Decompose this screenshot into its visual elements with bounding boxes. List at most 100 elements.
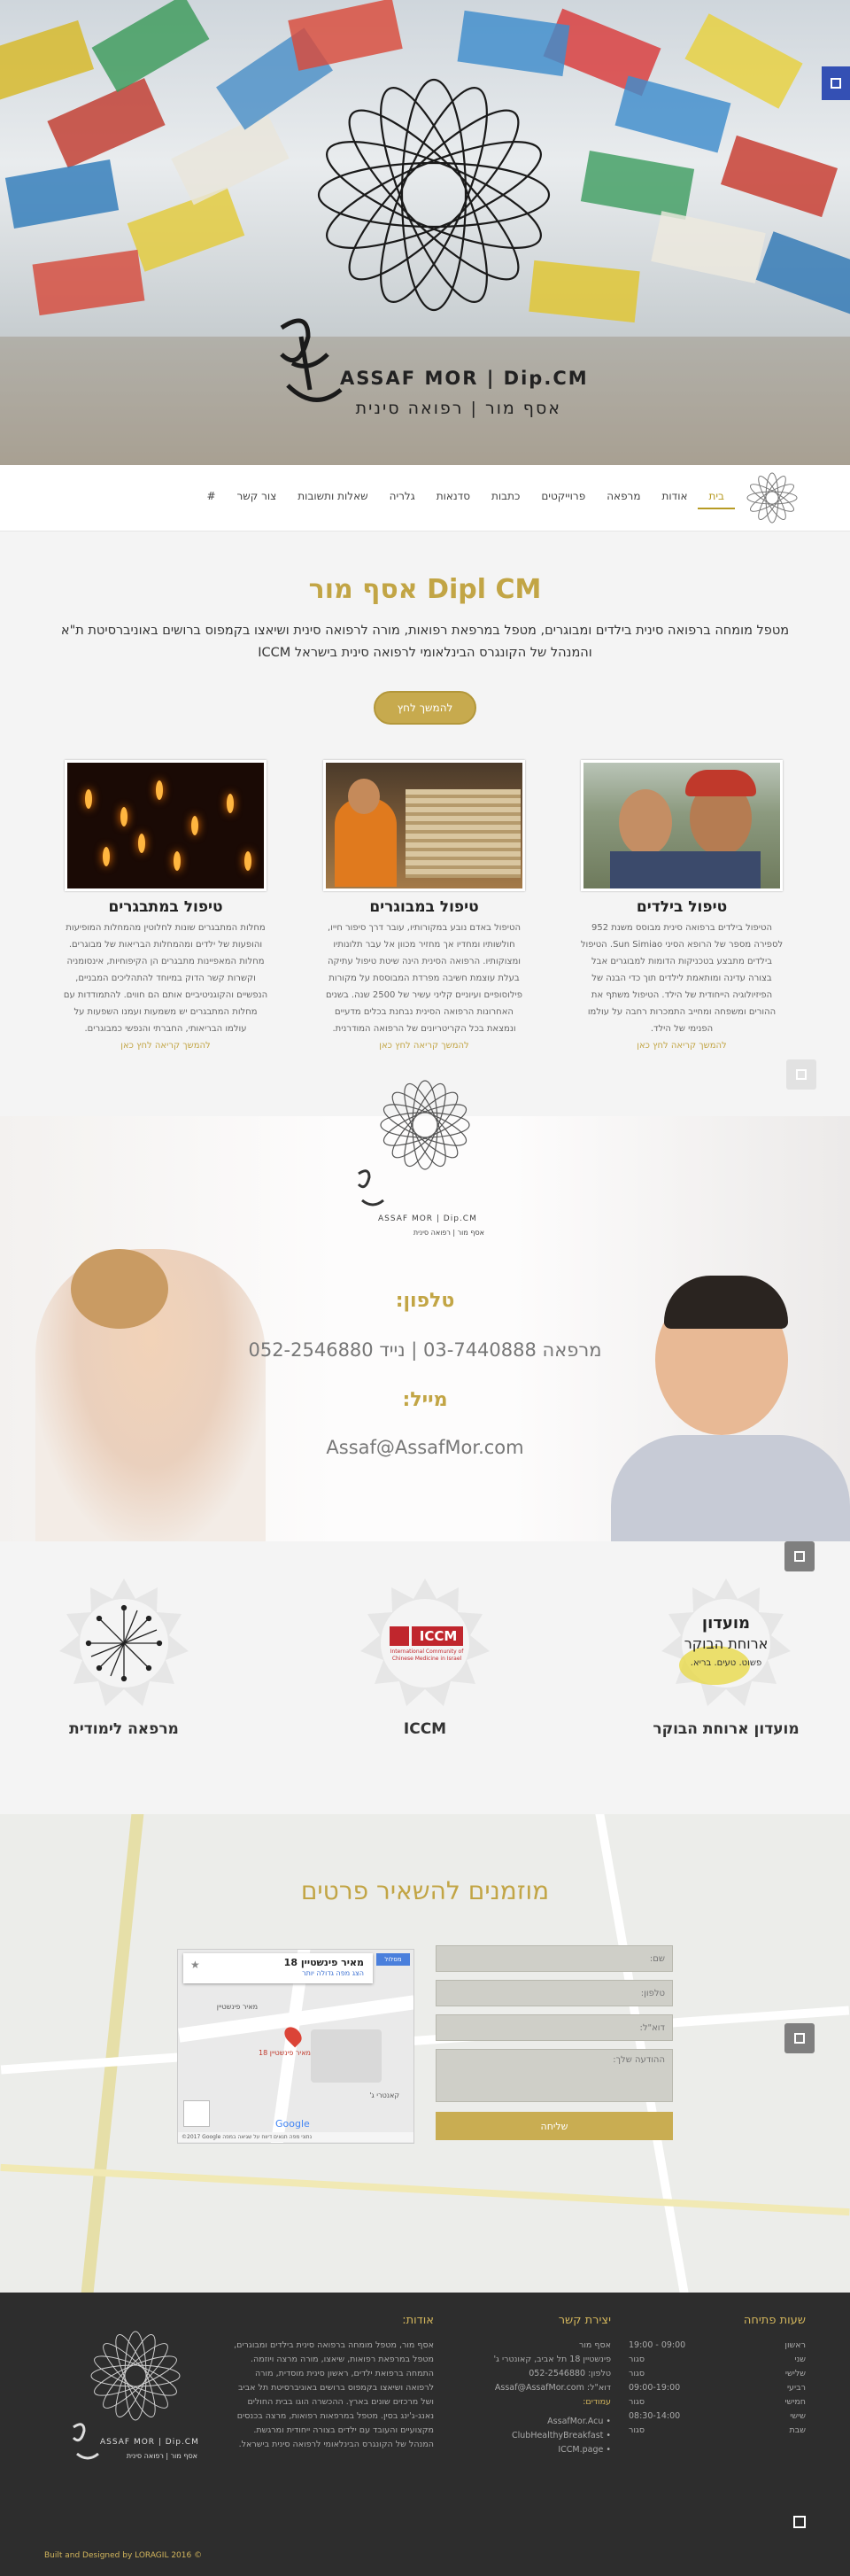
footer-logo-hebrew: אסף מור | רפואה סינית <box>126 2452 197 2460</box>
nav-item-workshops[interactable]: סדנאות <box>426 490 481 509</box>
square-icon <box>794 2033 805 2044</box>
nav-item-home[interactable]: בית <box>698 490 735 509</box>
square-icon <box>796 1069 807 1080</box>
nav-item-gallery[interactable]: גלריה <box>379 490 426 509</box>
map-store-label: קאנטרי ג' <box>369 2091 399 2099</box>
hero-logo-latin: ASSAF MOR | Dip.CM <box>340 368 589 389</box>
hours-day: שלישי <box>784 2369 806 2378</box>
card-title: טיפול במבוגרים <box>369 898 479 916</box>
square-icon[interactable] <box>793 2516 806 2528</box>
partner-teaching-clinic[interactable]: מרפאה לימודית <box>27 1577 221 1738</box>
map-place-title: מאיר פינשטיין 18 <box>283 1957 364 1968</box>
contact-line[interactable]: טלפון: 052-2546880 <box>478 2367 611 2381</box>
card-text: מחלות המתבגרים שונות לחלוטין מהמחלות המו… <box>63 923 268 1034</box>
phone-field[interactable] <box>436 1980 673 2006</box>
mail-value[interactable]: Assaf@AssafMor.com <box>0 1437 850 1458</box>
footer-link[interactable]: • AssafMor.Acu <box>478 2415 611 2429</box>
iccm-logo-text: ICCM <box>419 1628 458 1644</box>
nav-item-clinic[interactable]: מרפאה <box>596 490 651 509</box>
main-nav: בית אודות מרפאה פרוייקטים כתבות סדנאות ג… <box>0 465 850 531</box>
square-icon <box>794 1551 805 1562</box>
card-children: טיפול בילדים הטיפול בילדים ברפואה סינית … <box>579 760 784 1051</box>
map-street-label: מאיר פינשטיין <box>216 2003 258 2011</box>
about-footer-title: אודות: <box>402 2314 434 2327</box>
hours-time: סגור <box>629 2425 645 2435</box>
footer-link-label[interactable]: ICCM.page <box>558 2445 603 2455</box>
send-button[interactable]: שליחה <box>436 2112 673 2140</box>
contact-line[interactable]: דוא"ל: Assaf@AssafMor.com <box>478 2381 611 2395</box>
partner-title: ICCM <box>403 1720 447 1738</box>
badge-mid: ארוחת הבוקר <box>684 1635 769 1652</box>
contact-logo-hebrew: אסף מור | רפואה סינית <box>413 1229 484 1237</box>
phone-title: טלפון: <box>395 1290 455 1312</box>
hours-day: שני <box>794 2355 806 2364</box>
dandelion-badge-icon <box>59 1579 189 1706</box>
hours-time: 19:00 - 09:00 <box>629 2340 686 2350</box>
nav-item-faq[interactable]: שאלות ותשובות <box>287 490 378 509</box>
card-title: טיפול במתבגרים <box>108 898 223 916</box>
message-field[interactable] <box>436 2049 673 2102</box>
hours-time: סגור <box>629 2397 645 2407</box>
nav-item-contact[interactable]: צור קשר <box>227 490 288 509</box>
footer-logo-latin: ASSAF MOR | Dip.CM <box>100 2438 199 2447</box>
hours-row: סגור חמישי <box>629 2395 806 2409</box>
contact-logo-latin: ASSAF MOR | Dip.CM <box>378 1214 477 1223</box>
nav-item-hash[interactable]: # <box>196 490 226 509</box>
nav-item-projects[interactable]: פרוייקטים <box>530 490 596 509</box>
footer-credit[interactable]: Built and Designed by LORAGIL 2016 © <box>44 2551 202 2560</box>
iccm-logo-sub: International Community of Chinese Medic… <box>390 1649 464 1662</box>
map-footer: ©2017 Google נתוני מפה תנאים דיווח על שג… <box>178 2132 413 2142</box>
name-field[interactable] <box>436 1945 673 1972</box>
email-field[interactable] <box>436 2014 673 2041</box>
monk-photo <box>323 760 525 891</box>
star-icon[interactable]: ★ <box>190 1959 200 1971</box>
map-embed[interactable]: מאיר פינשטיין 18 הצג מפה גדולה יותר ★ מס… <box>177 1949 414 2144</box>
hours-row: סגור שבת <box>629 2424 806 2438</box>
hours-row: 08:30-14:00 שישי <box>629 2409 806 2424</box>
about-footer-text: אסף מור, מטפל מומחה ברפואה סינית בילדים … <box>234 2340 434 2449</box>
card-read-more-link[interactable]: להמשך קריאה לחץ כאן <box>63 1041 268 1051</box>
read-more-button[interactable]: להמשך לחץ <box>374 691 476 725</box>
hours-row: 19:00 - 09:00 ראשון <box>629 2339 806 2353</box>
scroll-button[interactable] <box>784 1541 815 1571</box>
footer-logo <box>72 2331 181 2460</box>
hours-time: סגור <box>629 2355 645 2364</box>
badge-sub: פשוט. טעים. בריא. <box>690 1658 762 1668</box>
footer-link-label[interactable]: AssafMor.Acu <box>547 2417 603 2426</box>
nav-logo-icon[interactable] <box>744 469 800 526</box>
card-teens: טיפול במתבגרים מחלות המתבגרים שונות לחלו… <box>63 760 268 1051</box>
form-title: מוזמנים להשאיר פרטים <box>300 1876 550 1905</box>
map-pin-label: מאיר פינשטיין 18 <box>259 2049 311 2057</box>
contact-line: פינשטיין 18 תל אביב, קאונטרי ג' <box>493 2355 611 2364</box>
map-qr <box>183 2100 210 2127</box>
footer-link[interactable]: • ClubHealthyBreakfast <box>478 2429 611 2443</box>
nav-item-about[interactable]: אודות <box>651 490 698 509</box>
hours-table: 19:00 - 09:00 ראשון סגור שני סגור שלישי 09:… <box>629 2339 806 2438</box>
mail-title: מייל: <box>402 1389 448 1411</box>
footer-link[interactable]: • ICCM.page <box>478 2443 611 2457</box>
contact-footer-title: יצירת קשר <box>558 2314 611 2327</box>
accessibility-button[interactable] <box>822 66 850 100</box>
hours-day: רביעי <box>786 2383 806 2393</box>
card-read-more-link[interactable]: להמשך קריאה לחץ כאן <box>579 1041 784 1051</box>
nav-item-articles[interactable]: כתבות <box>481 490 530 509</box>
card-text: הטיפול באדם נובע במקורותיו, עובר דרך סיפ… <box>325 923 523 1034</box>
hours-row: 09:00-19:00 רביעי <box>629 2381 806 2395</box>
partner-breakfast-club[interactable]: מועדון ארוחת הבוקר פשוט. טעים. בריא. מוע… <box>629 1577 823 1738</box>
card-read-more-link[interactable]: להמשך קריאה לחץ כאן <box>321 1041 527 1051</box>
map-directions[interactable]: מסלול <box>376 1953 410 1966</box>
hours-day: חמישי <box>784 2397 806 2407</box>
phone-value[interactable]: מרפאה 03-7440888 | נייד 052-2546880 <box>0 1339 850 1361</box>
hours-row: סגור שני <box>629 2353 806 2367</box>
map-larger-link[interactable]: הצג מפה גדולה יותר <box>187 1969 364 1977</box>
hours-row: סגור שלישי <box>629 2367 806 2381</box>
scroll-button[interactable] <box>784 2023 815 2053</box>
contact-line: עמודים: <box>583 2397 611 2407</box>
footer-link-label[interactable]: ClubHealthyBreakfast <box>512 2431 603 2440</box>
hours-day: שבת <box>789 2425 806 2435</box>
partner-iccm[interactable]: ICCM International Community of Chinese … <box>328 1577 522 1738</box>
scroll-button[interactable] <box>786 1059 816 1090</box>
hours-time: 08:30-14:00 <box>629 2411 681 2421</box>
intro-text: מטפל מומחה ברפואה סינית בילדים ומבוגרים,… <box>60 624 790 660</box>
google-logo: Google <box>275 2118 310 2130</box>
